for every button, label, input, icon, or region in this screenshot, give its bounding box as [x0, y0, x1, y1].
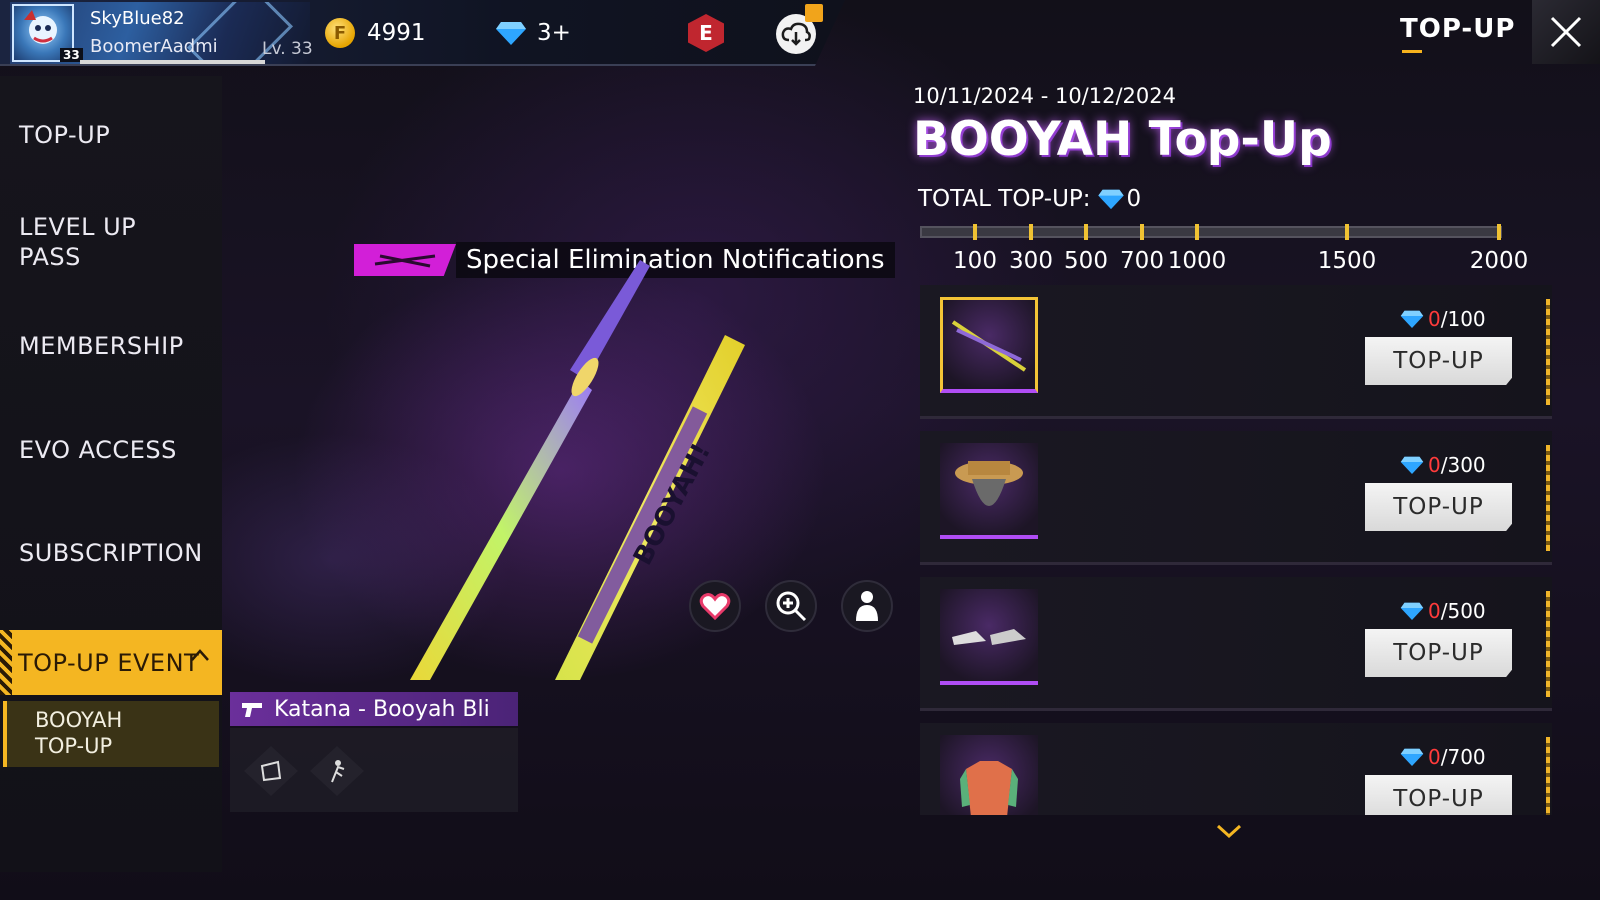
event-title: BOOYAH Top-Up: [913, 112, 1332, 167]
progress-tick: [1029, 224, 1033, 240]
attribute-badge-icon[interactable]: [244, 746, 298, 796]
reward-row: 0 /500 TOP-UP: [920, 577, 1552, 711]
reward-row: 0 /100 TOP-UP: [920, 285, 1552, 419]
reward-progress-target: /300: [1440, 453, 1486, 477]
chevron-up-icon: [191, 649, 209, 661]
shoes-icon: [952, 629, 1026, 645]
reward-thumbnail[interactable]: [940, 443, 1038, 539]
sidebar-item-subscription[interactable]: SUBSCRIPTION: [19, 538, 203, 568]
weapon-attributes-panel: [230, 728, 518, 812]
top-up-button[interactable]: TOP-UP: [1365, 775, 1512, 815]
diamond-amount: 3+: [537, 20, 571, 46]
reward-progress-current: 0: [1428, 599, 1441, 623]
page-title: TOP-UP: [1400, 14, 1516, 44]
katana-preview-image: BOOYAH!: [410, 260, 745, 680]
chevron-down-icon[interactable]: [1215, 822, 1243, 840]
close-icon: [1550, 16, 1582, 48]
reward-progress-current: 0: [1428, 745, 1441, 769]
top-up-progress-track: [920, 226, 1502, 238]
milestone-label: 700: [1120, 248, 1164, 274]
milestone-label: 100: [953, 248, 997, 274]
diamond-icon: [1400, 602, 1424, 620]
reward-progress-current: 0: [1428, 307, 1441, 331]
attribute-runner-icon[interactable]: [310, 746, 364, 796]
page-title-underline: [1402, 50, 1422, 53]
row-edge-decoration: [1546, 737, 1550, 815]
row-edge-decoration: [1546, 299, 1550, 405]
heart-icon: [699, 593, 731, 621]
reward-progress-current: 0: [1428, 453, 1441, 477]
total-top-up-label: TOTAL TOP-UP:: [918, 186, 1091, 212]
diamond-icon: [1400, 748, 1424, 766]
top-up-button[interactable]: TOP-UP: [1365, 629, 1512, 677]
reward-row: 0 /300 TOP-UP: [920, 431, 1552, 565]
diamond-icon: [1097, 189, 1124, 210]
reward-thumbnail[interactable]: [940, 297, 1038, 393]
sidebar-item-top-up-event[interactable]: TOP-UP EVENT: [0, 630, 222, 695]
character-icon: [856, 591, 878, 621]
reward-progress: 0 /500: [1400, 599, 1486, 623]
reward-progress-target: /100: [1440, 307, 1486, 331]
diamond-icon: [1400, 310, 1424, 328]
event-date-range: 10/11/2024 - 10/12/2024: [913, 84, 1177, 108]
weapon-icon: [242, 703, 262, 717]
top-up-button[interactable]: TOP-UP: [1365, 337, 1512, 385]
reward-thumbnail[interactable]: [940, 589, 1038, 685]
sidebar-item-top-up[interactable]: TOP-UP: [19, 120, 110, 150]
row-edge-decoration: [1546, 445, 1550, 551]
total-top-up-value: 0: [1126, 186, 1142, 212]
milestone-label: 2000: [1469, 248, 1529, 274]
item-name: Katana - Booyah Bli: [274, 696, 490, 722]
progress-tick: [973, 224, 977, 240]
reward-progress: 0 /700: [1400, 745, 1486, 769]
outfit-icon: [960, 761, 1018, 815]
reward-list[interactable]: 0 /100 TOP-UP 0 /300 TOP-UP 0 /500 TOP-U…: [920, 285, 1552, 815]
sidebar-sub-item-booyah-top-up[interactable]: BOOYAH TOP-UP: [3, 701, 219, 767]
active-stripes-decoration: [0, 630, 12, 695]
close-button[interactable]: [1532, 0, 1600, 64]
diamond-counter[interactable]: 3+: [495, 16, 571, 50]
reward-thumbnail[interactable]: [940, 735, 1038, 815]
progress-tick: [1497, 224, 1501, 240]
item-name-bar: Katana - Booyah Bli: [230, 692, 518, 726]
katana-icon: [951, 320, 1027, 372]
progress-tick: [1140, 224, 1144, 240]
gold-coin-icon: F: [325, 18, 355, 48]
gift-icon[interactable]: [805, 4, 823, 22]
total-top-up: TOTAL TOP-UP: 0: [918, 186, 1141, 212]
zoom-button[interactable]: [765, 580, 817, 632]
top-up-button[interactable]: TOP-UP: [1365, 483, 1512, 531]
player-subtitle: BoomerAadmi: [90, 36, 218, 57]
reward-progress-target: /500: [1440, 599, 1486, 623]
zoom-in-icon: [776, 591, 807, 622]
reward-row: 0 /700 TOP-UP: [920, 723, 1552, 815]
diamond-icon: [496, 22, 526, 45]
sidebar-item-level-up-pass[interactable]: LEVEL UP PASS: [19, 212, 136, 272]
xp-bar: [80, 60, 265, 64]
favorite-button[interactable]: [689, 580, 741, 632]
milestone-label: 1000: [1167, 248, 1227, 274]
sidebar-item-evo-access[interactable]: EVO ACCESS: [19, 435, 177, 465]
reward-progress: 0 /300: [1400, 453, 1486, 477]
reward-progress: 0 /100: [1400, 307, 1486, 331]
row-edge-decoration: [1546, 591, 1550, 697]
player-level: Lv. 33: [262, 39, 313, 59]
sidebar-item-membership[interactable]: MEMBERSHIP: [19, 331, 184, 361]
gold-counter[interactable]: F 4991: [325, 16, 426, 50]
gold-amount: 4991: [367, 20, 426, 46]
milestone-label: 300: [1009, 248, 1053, 274]
diamond-icon: [1400, 456, 1424, 474]
progress-tick: [1084, 224, 1088, 240]
player-name: SkyBlue82: [90, 8, 185, 29]
progress-tick: [1195, 224, 1199, 240]
milestone-label: 1500: [1317, 248, 1377, 274]
cloud-download-icon: [781, 22, 811, 46]
progress-tick: [1345, 224, 1349, 240]
hat-icon: [955, 461, 1023, 506]
preview-character-button[interactable]: [841, 580, 893, 632]
sidebar-active-label: TOP-UP EVENT: [18, 648, 200, 677]
reward-progress-target: /700: [1440, 745, 1486, 769]
milestone-label: 500: [1064, 248, 1108, 274]
